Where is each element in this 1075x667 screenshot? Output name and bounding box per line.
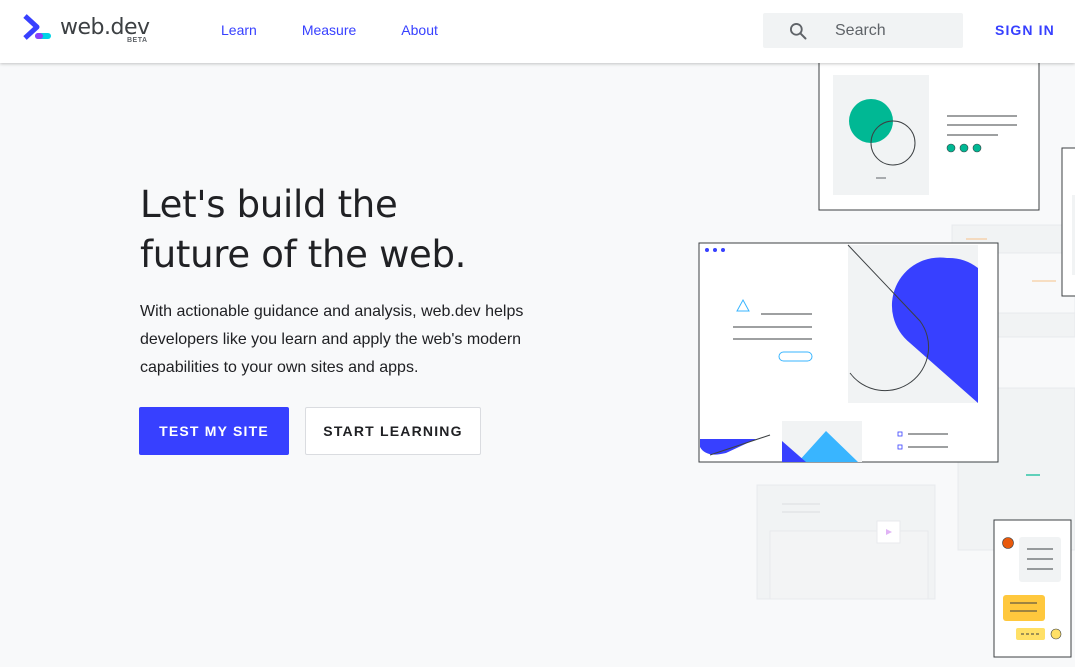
site-logo[interactable]: web.dev BETA [23,14,150,44]
right-edge-card [1061,147,1075,297]
nav-learn-link[interactable]: Learn [221,22,257,38]
nav-measure-link[interactable]: Measure [302,22,356,38]
start-learning-button[interactable]: START LEARNING [305,407,481,455]
hero-title: Let's build the future of the web. [140,180,560,280]
hero-title-line-2: future of the web. [140,233,467,276]
hero-illustration [698,63,1075,658]
logo-wordmark: web.dev BETA [60,14,150,44]
search-input[interactable] [835,13,955,48]
search-box[interactable] [763,13,963,48]
top-app-bar: web.dev BETA Learn Measure About SIGN IN [0,0,1075,63]
phone-card [993,519,1072,658]
search-icon[interactable] [788,21,808,41]
hero-title-line-1: Let's build the [140,183,398,226]
beta-badge: BETA [126,37,148,44]
browser-window-card [698,242,999,463]
teal-circle-card [818,63,1040,211]
primary-nav: Learn Measure About [221,22,483,38]
sign-in-button[interactable]: SIGN IN [995,22,1055,38]
nav-about-link[interactable]: About [401,22,438,38]
hero-description: With actionable guidance and analysis, w… [140,303,524,376]
test-my-site-button[interactable]: TEST MY SITE [139,407,289,455]
web-dev-logo-icon [23,14,51,40]
